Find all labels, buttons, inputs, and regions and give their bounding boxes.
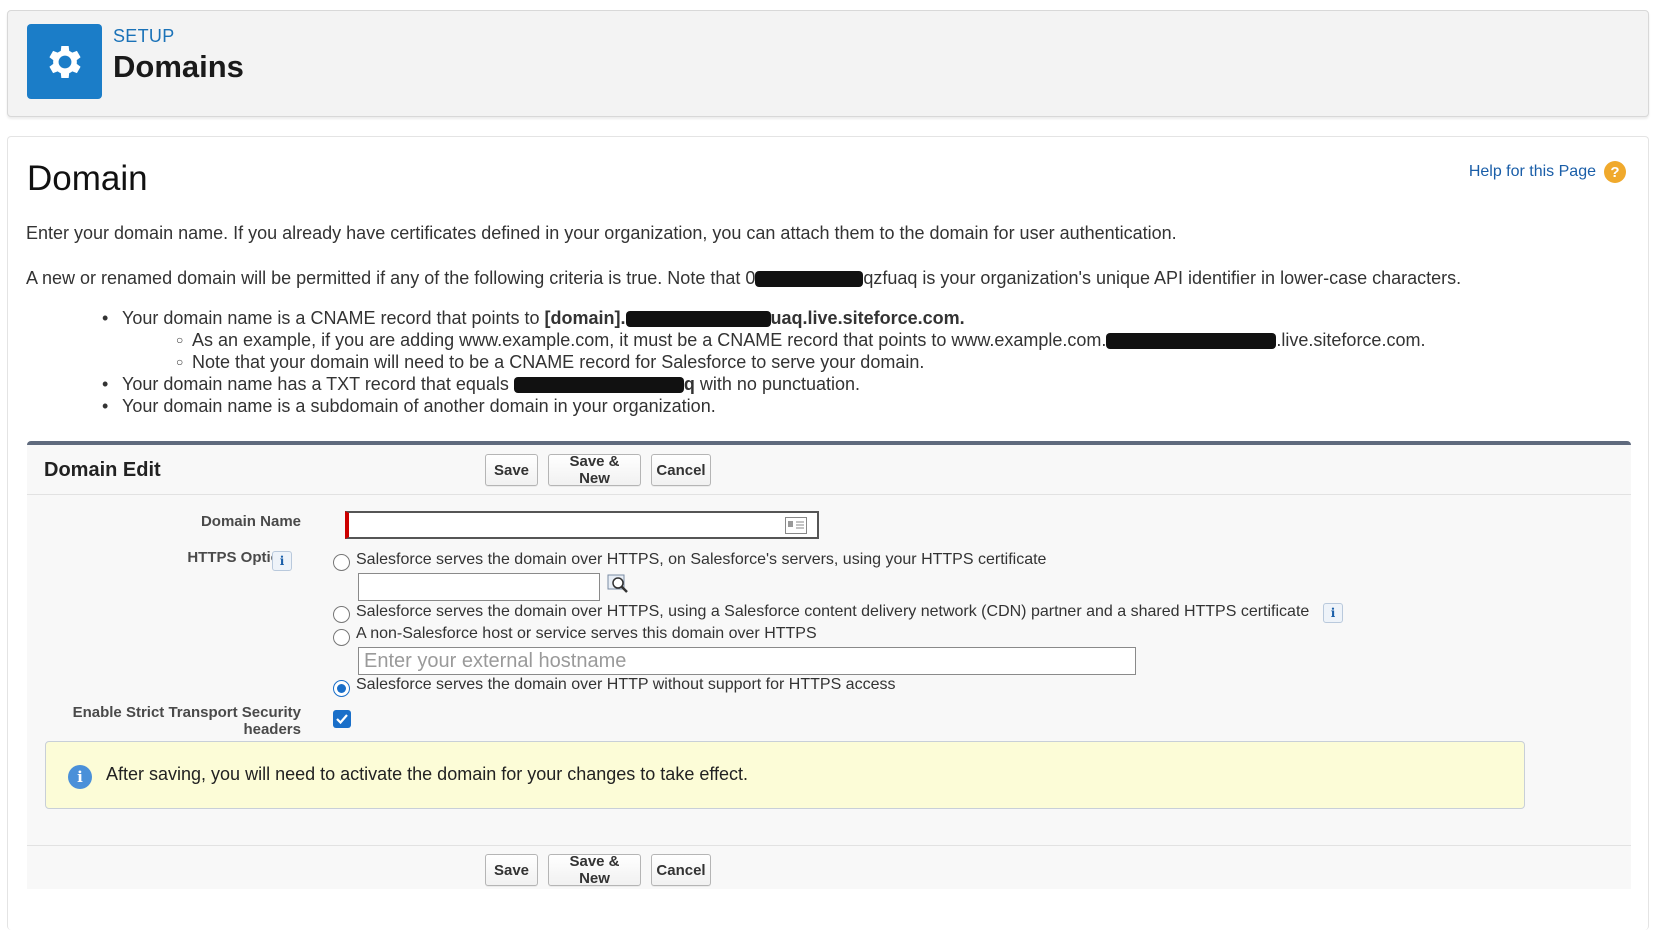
bullet-bold: [domain]. uaq.live.siteforce.com.: [545, 308, 965, 328]
list-item: Your domain name is a subdomain of anoth…: [102, 395, 1425, 417]
domain-name-label: Domain Name: [200, 513, 301, 530]
gear-icon: [27, 24, 102, 99]
cancel-button[interactable]: Cancel: [651, 454, 711, 486]
help-link[interactable]: Help for this Page ?: [1469, 161, 1626, 183]
save-new-button[interactable]: Save & New: [548, 453, 641, 487]
https-option-external-host-label: A non-Salesforce host or service serves …: [356, 625, 817, 642]
edit-header: Domain Edit Save Save & New Cancel: [27, 445, 1631, 495]
hsts-label: Enable Strict Transport Security headers: [73, 704, 301, 738]
list-item: Your domain name is a CNAME record that …: [102, 307, 1425, 329]
header-title: Domains: [113, 49, 244, 84]
https-option-own-cert-radio[interactable]: [333, 554, 350, 571]
save-button[interactable]: Save: [485, 454, 538, 486]
question-icon[interactable]: ?: [1604, 161, 1626, 183]
bullet-text: Your domain name has a TXT record that e…: [122, 374, 514, 394]
redaction-bar: [513, 377, 684, 394]
bullet-text-suffix: .live.siteforce.com.: [1276, 330, 1426, 350]
https-option-http-only-radio[interactable]: [333, 680, 350, 697]
bullet-bold-suffix: uaq.live.siteforce.com.: [770, 308, 965, 328]
certificate-input[interactable]: [358, 573, 600, 601]
list-item: Note that your domain will need to be a …: [108, 351, 1425, 373]
domain-edit-section: Domain Edit Save Save & New Cancel Domai…: [27, 441, 1631, 889]
redaction-bar: [1106, 333, 1277, 350]
hsts-label-line2: headers: [243, 721, 301, 738]
intro-text: Enter your domain name. If you already h…: [26, 223, 1177, 243]
criteria-prefix: A new or renamed domain will be permitte…: [26, 268, 756, 288]
https-option-own-cert-label: Salesforce serves the domain over HTTPS,…: [356, 551, 1047, 568]
https-option-cdn-label: Salesforce serves the domain over HTTPS,…: [356, 603, 1310, 620]
cdn-info-icon[interactable]: i: [1323, 603, 1343, 623]
bullet-text: As an example, if you are adding www.exa…: [192, 330, 1107, 350]
checkmark-icon: [336, 714, 348, 725]
lookup-icon[interactable]: [607, 573, 631, 595]
bullet-bold-prefix: [domain].: [544, 308, 626, 328]
page-title: Domain: [27, 159, 148, 198]
criteria-list: Your domain name is a CNAME record that …: [102, 307, 1425, 417]
main-panel: Domain Help for this Page ? Enter your d…: [7, 136, 1649, 930]
list-item: As an example, if you are adding www.exa…: [108, 329, 1425, 351]
criteria-text: A new or renamed domain will be permitte…: [26, 268, 1461, 289]
hsts-label-line1: Enable Strict Transport Security: [72, 704, 301, 721]
external-hostname-input[interactable]: [358, 647, 1136, 675]
help-link-label[interactable]: Help for this Page: [1469, 163, 1596, 181]
domain-name-field-wrap[interactable]: [345, 511, 819, 539]
https-option-external-host-radio[interactable]: [333, 629, 350, 646]
setup-header: SETUP Domains: [7, 10, 1649, 117]
criteria-suffix: qzfuaq is your organization's unique API…: [863, 268, 1462, 288]
setup-label: SETUP: [113, 26, 175, 46]
bullet-bold-suffix: q: [683, 374, 695, 394]
activation-notice: i After saving, you will need to activat…: [45, 741, 1525, 809]
https-option-http-only-label: Salesforce serves the domain over HTTP w…: [356, 676, 896, 693]
info-icon: i: [68, 765, 92, 789]
edit-title: Domain Edit: [44, 459, 161, 481]
redaction-bar: [625, 311, 771, 328]
edit-footer: Save Save & New Cancel: [27, 845, 1631, 893]
https-option-cdn-radio[interactable]: [333, 606, 350, 623]
hsts-checkbox[interactable]: [333, 710, 351, 728]
cancel-button-bottom[interactable]: Cancel: [651, 854, 711, 886]
bullet-text-suffix: with no punctuation.: [694, 374, 861, 394]
https-info-icon[interactable]: i: [272, 551, 292, 571]
save-button-bottom[interactable]: Save: [485, 854, 538, 886]
notice-text: After saving, you will need to activate …: [106, 764, 749, 784]
contact-card-icon[interactable]: [785, 517, 807, 534]
redaction-bar: [755, 271, 864, 288]
list-item: Your domain name has a TXT record that e…: [102, 373, 1425, 395]
domain-name-input[interactable]: [349, 513, 817, 537]
save-new-button-bottom[interactable]: Save & New: [548, 853, 641, 887]
bullet-text: Your domain name is a CNAME record that …: [122, 308, 545, 328]
